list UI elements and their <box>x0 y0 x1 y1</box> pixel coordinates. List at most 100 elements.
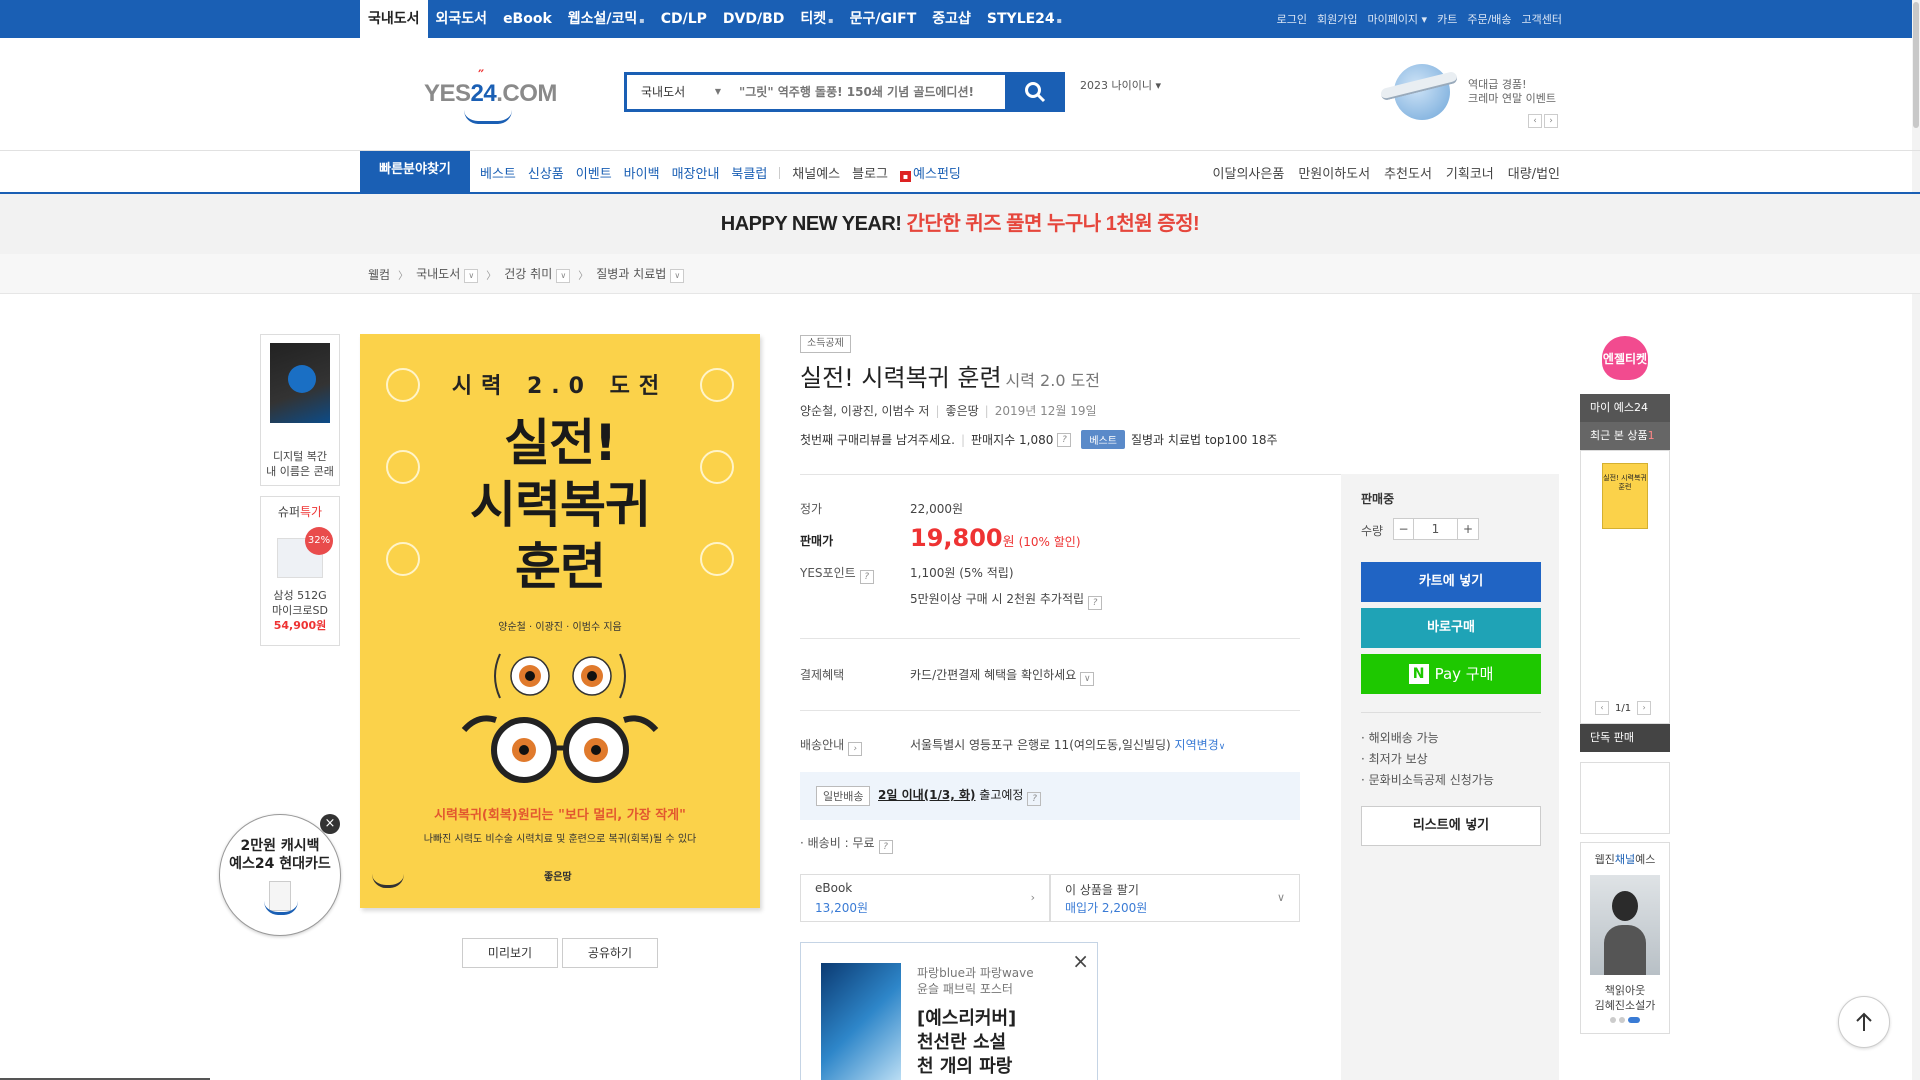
cart-link[interactable]: 카트 <box>1437 11 1457 27</box>
scrollbar-thumb[interactable] <box>1913 2 1919 128</box>
digital-reissue-card[interactable]: 디지털 복간 내 이름은 콘래 <box>260 334 340 486</box>
top-cat-dvd-bd[interactable]: DVD/BD <box>715 0 792 38</box>
help-icon[interactable]: ? <box>859 570 874 584</box>
preview-button[interactable]: 미리보기 <box>462 938 558 968</box>
my-yes24-link[interactable]: 마이 예스24 <box>1580 394 1670 422</box>
chevron-down-icon[interactable]: ∨ <box>464 269 479 283</box>
top-cat-cd-lp[interactable]: CD/LP <box>653 0 715 38</box>
points-value: 1,100원 (5% 적립) <box>910 566 1014 580</box>
naver-pay-button[interactable]: N Pay 구매 <box>1361 654 1541 694</box>
logo-smile-icon <box>464 110 512 124</box>
help-icon[interactable]: ? <box>1027 792 1042 806</box>
angel-ticket-banner[interactable]: 엔젤티켓 <box>1582 336 1668 386</box>
top-cat-ticket[interactable]: 티켓 ▪ <box>792 0 841 38</box>
top-cat-domestic-books[interactable]: 국내도서 <box>360 0 428 38</box>
sale-status: 판매중 <box>1361 492 1395 506</box>
mypage-link[interactable]: 마이페이지 ▾ <box>1367 11 1427 27</box>
top-cat-used[interactable]: 중고샵 <box>924 0 979 38</box>
crumb-welcome[interactable]: 웰컴 <box>368 266 390 283</box>
nav-under-10k[interactable]: 만원이하도서 <box>1298 163 1370 182</box>
exclusive-link[interactable]: 단독 판매 <box>1580 724 1670 752</box>
buy-now-button[interactable]: 바로구매 <box>1361 608 1541 648</box>
nav-gift-of-month[interactable]: 이달의사은품 <box>1213 163 1285 182</box>
support-link[interactable]: 고객센터 <box>1522 11 1562 27</box>
nav-buyback[interactable]: 바이백 <box>624 163 660 182</box>
nav-funding[interactable]: ▪ 예스펀딩 <box>900 163 961 182</box>
yes24-logo[interactable]: ″ YES24.COM <box>424 66 564 124</box>
sell-item-option[interactable]: 이 상품을 팔기 매입가 2,200원 ∨ <box>1050 874 1300 922</box>
product-stats: 첫번째 구매리뷰를 남겨주세요. | 판매지수 1,080? 베스트 질병과 치료… <box>800 430 1278 449</box>
change-region-link[interactable]: 지역변경 <box>1175 738 1219 752</box>
best-rank-link[interactable]: 질병과 치료법 top100 18주 <box>1131 431 1278 448</box>
tax-deduction-tag: 소득공제 <box>800 335 851 353</box>
top-cat-gift[interactable]: 문구/GIFT <box>842 0 925 38</box>
scroll-to-top-button[interactable] <box>1838 996 1890 1048</box>
nav-blog[interactable]: 블로그 <box>852 163 888 182</box>
chevron-down-icon[interactable]: ∨ <box>670 269 685 283</box>
search-button[interactable] <box>1005 72 1065 112</box>
search-input[interactable] <box>739 75 979 109</box>
plus-icon[interactable]: + <box>1458 519 1478 539</box>
chevron-right-icon[interactable]: › <box>848 742 863 756</box>
minus-icon[interactable]: − <box>1394 519 1414 539</box>
discount-rate: (10% 할인) <box>1018 535 1081 549</box>
recover-ad-banner[interactable]: 파랑blue과 파랑wave 윤슬 패브릭 포스터 [예스리커버] 천선란 소설 천 … <box>800 942 1098 1080</box>
authors-link[interactable]: 양순철, 이광진, 이범수 저 <box>800 404 929 418</box>
chevron-left-icon[interactable]: ‹ <box>1595 701 1609 715</box>
nav-channel-yes[interactable]: 채널예스 <box>792 163 840 182</box>
crema-promo-banner[interactable]: 역대급 경품! 크레마 연말 이벤트 ‹ › <box>1379 62 1560 128</box>
super-deal-card[interactable]: 슈퍼특가 32% 삼성 512G 마이크로SD 54,900원 <box>260 496 340 646</box>
crumb-disease[interactable]: 질병과 치료법 ∨ <box>596 265 685 283</box>
reissue-text: 디지털 복간 내 이름은 콘래 <box>266 450 334 478</box>
publisher-link[interactable]: 좋은땅 <box>946 404 979 418</box>
book-cover[interactable]: 시력 2.0 도전 실전! 시력복귀 훈련 양순철 · 이광진 · 이범수 지음 시… <box>360 334 760 908</box>
nav-special[interactable]: 기획코너 <box>1446 163 1494 182</box>
nav-new[interactable]: 신상품 <box>528 163 564 182</box>
channel-heading: 웹진채널예스 <box>1594 853 1656 866</box>
chevron-right-icon[interactable]: › <box>1637 701 1652 715</box>
close-icon[interactable]: × <box>1072 949 1089 973</box>
help-icon[interactable]: ? <box>878 840 893 854</box>
quantity-input[interactable]: 1 <box>1414 519 1458 539</box>
crumb-health[interactable]: 건강 취미 ∨ <box>504 265 571 283</box>
nav-divider <box>779 166 781 179</box>
nav-stores[interactable]: 매장안내 <box>672 163 720 182</box>
search-category-select[interactable]: 국내도서 ▼ <box>627 75 733 109</box>
nav-best[interactable]: 베스트 <box>480 163 516 182</box>
orders-link[interactable]: 주문/배송 <box>1467 11 1511 27</box>
naeo-dropdown[interactable]: 2023 나이이니 ▾ <box>1080 80 1180 100</box>
signup-link[interactable]: 회원가입 <box>1317 11 1357 27</box>
add-to-wishlist-button[interactable]: 리스트에 넣기 <box>1361 806 1541 846</box>
benefit-link[interactable]: 카드/간편결제 혜택을 확인하세요 ∨ <box>910 666 1095 686</box>
cashback-float-banner[interactable]: 2만원 캐시백 예스24 현대카드 <box>219 814 341 936</box>
main-nav: 빠른분야찾기 베스트 신상품 이벤트 바이백 매장안내 북클럽 채널예스 블로그… <box>0 150 1920 194</box>
quick-category-button[interactable]: 빠른분야찾기 <box>360 151 470 194</box>
nav-bookclub[interactable]: 북클럽 <box>731 163 767 182</box>
chevron-down-icon[interactable]: ∨ <box>556 269 571 283</box>
channel-yes-box[interactable]: 웹진채널예스 책읽아웃 김혜진소설가 <box>1580 842 1670 1034</box>
poster-image <box>821 963 901 1080</box>
recent-item-thumbnail[interactable]: 실전! 시력복귀 훈련 <box>1602 463 1648 529</box>
add-to-cart-button[interactable]: 카트에 넣기 <box>1361 562 1541 602</box>
close-icon[interactable]: × <box>320 814 340 834</box>
nav-bulk[interactable]: 대량/법인 <box>1508 163 1560 182</box>
help-icon[interactable]: ? <box>1057 432 1072 447</box>
recent-items-header[interactable]: 최근 본 상품1 <box>1580 422 1670 450</box>
ad-title: [예스리커버] 천선란 소설 천 개의 파랑 <box>917 1008 1017 1077</box>
chevron-left-icon[interactable]: ‹ <box>1528 114 1542 128</box>
ebook-option[interactable]: eBook 13,200원 › <box>800 874 1050 922</box>
nav-recommended[interactable]: 추천도서 <box>1384 163 1432 182</box>
review-prompt-link[interactable]: 첫번째 구매리뷰를 남겨주세요. <box>800 431 955 448</box>
top-cat-foreign-books[interactable]: 외국도서 <box>428 0 496 38</box>
share-button[interactable]: 공유하기 <box>562 938 658 968</box>
top-cat-ebook[interactable]: eBook <box>495 0 560 38</box>
top-cat-style24[interactable]: STYLE24 ▪ <box>979 0 1070 38</box>
login-link[interactable]: 로그인 <box>1277 11 1307 27</box>
help-icon[interactable]: ? <box>1088 596 1103 610</box>
crumb-domestic[interactable]: 국내도서 ∨ <box>416 265 479 283</box>
promo-text: 역대급 경품! 크레마 연말 이벤트 <box>1468 78 1556 105</box>
event-banner[interactable]: HAPPY NEW YEAR! 간단한 퀴즈 풀면 누구나 1천원 증정! <box>0 194 1920 254</box>
chevron-right-icon[interactable]: › <box>1544 114 1558 128</box>
top-cat-webnovel[interactable]: 웹소설/코믹 ▪ <box>560 0 653 38</box>
nav-event[interactable]: 이벤트 <box>576 163 612 182</box>
